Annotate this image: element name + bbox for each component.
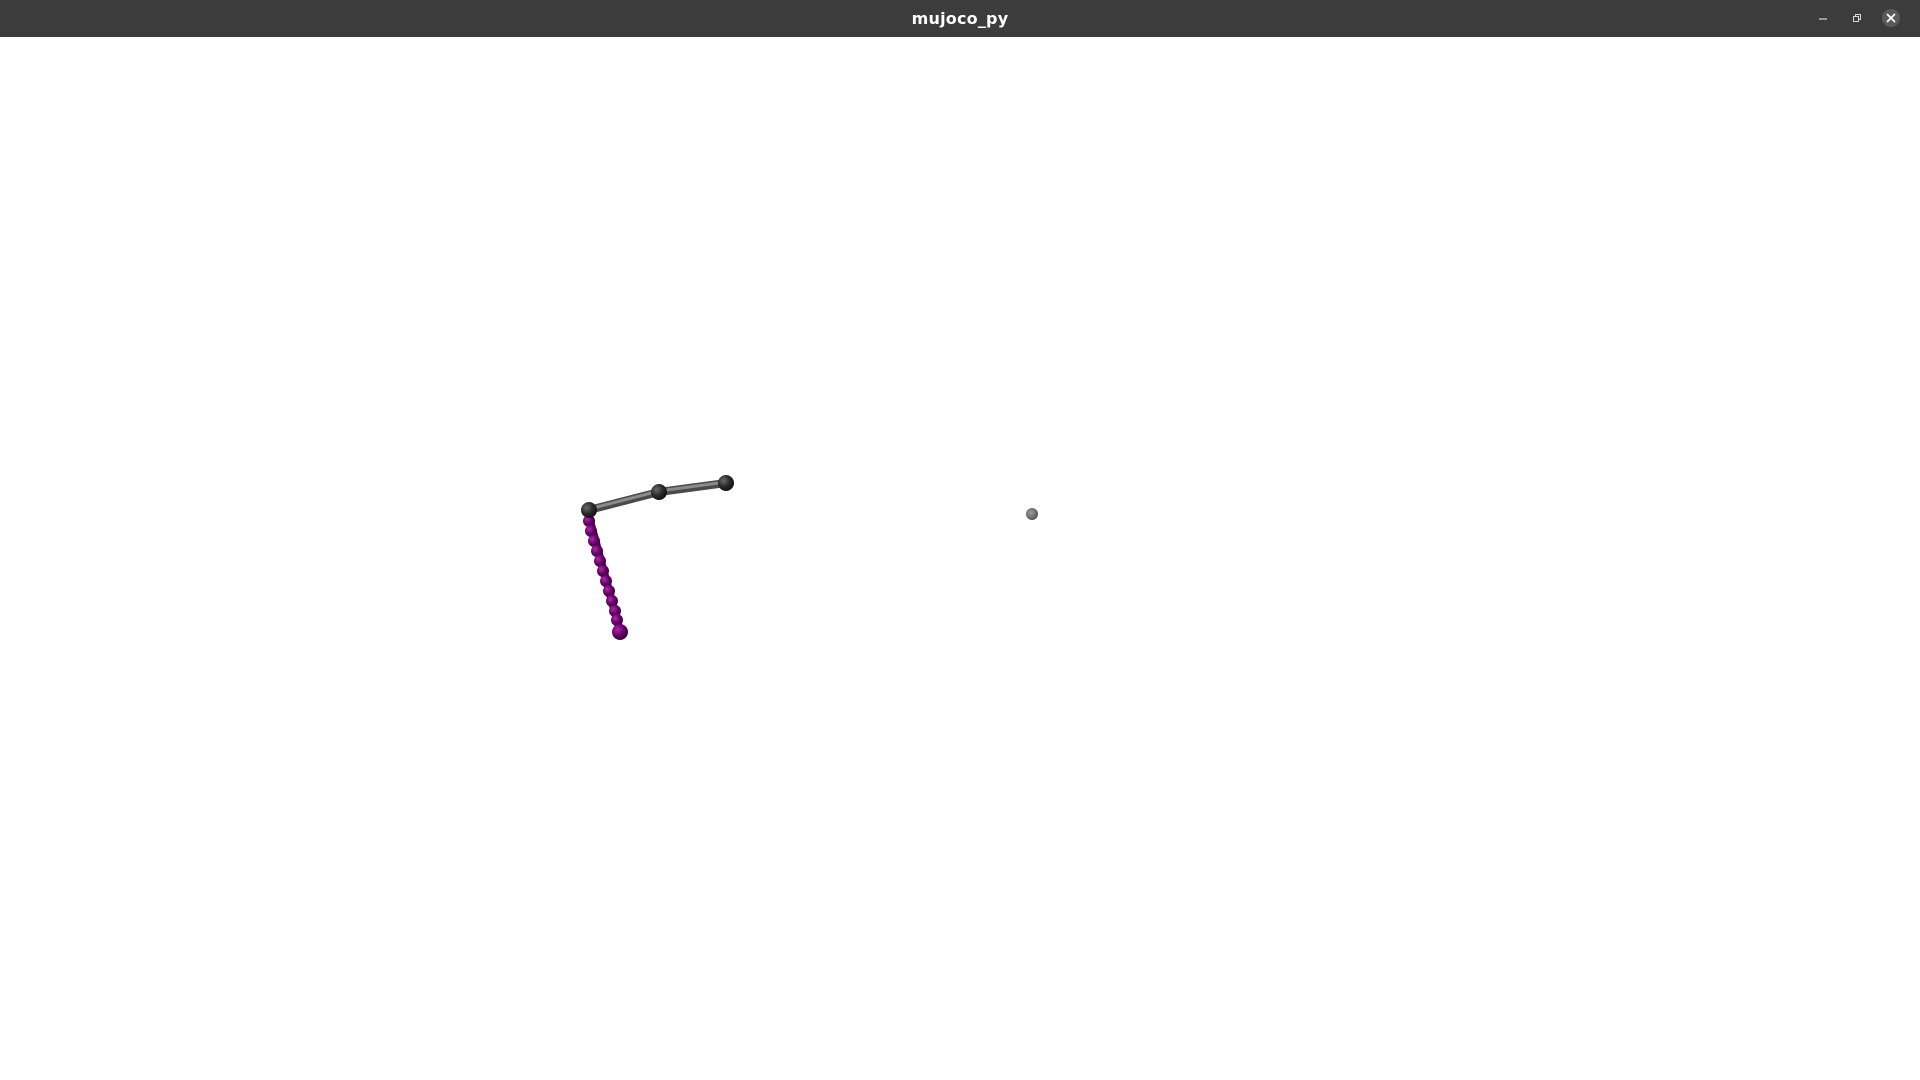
arm-joint-elbow bbox=[651, 484, 667, 500]
simulation-viewport[interactable] bbox=[0, 37, 1920, 1080]
minimize-icon bbox=[1819, 18, 1827, 20]
mujoco-window: mujoco_py bbox=[0, 0, 1920, 1080]
close-button[interactable] bbox=[1881, 8, 1901, 28]
target-sphere bbox=[1026, 508, 1038, 520]
arm-joint-end bbox=[718, 475, 734, 491]
window-controls bbox=[1800, 0, 1920, 37]
maximize-button[interactable] bbox=[1847, 8, 1867, 28]
window-title: mujoco_py bbox=[911, 9, 1009, 28]
minimize-button[interactable] bbox=[1813, 8, 1833, 28]
arm-link-upper-highlight bbox=[587, 489, 661, 511]
scene-canvas bbox=[581, 475, 1038, 640]
rope bbox=[583, 513, 628, 640]
title-bar[interactable]: mujoco_py bbox=[0, 0, 1920, 37]
rope-end-bead bbox=[612, 624, 628, 640]
close-icon bbox=[1882, 9, 1900, 27]
arm-joint-base bbox=[581, 502, 597, 518]
maximize-icon bbox=[1853, 14, 1861, 22]
